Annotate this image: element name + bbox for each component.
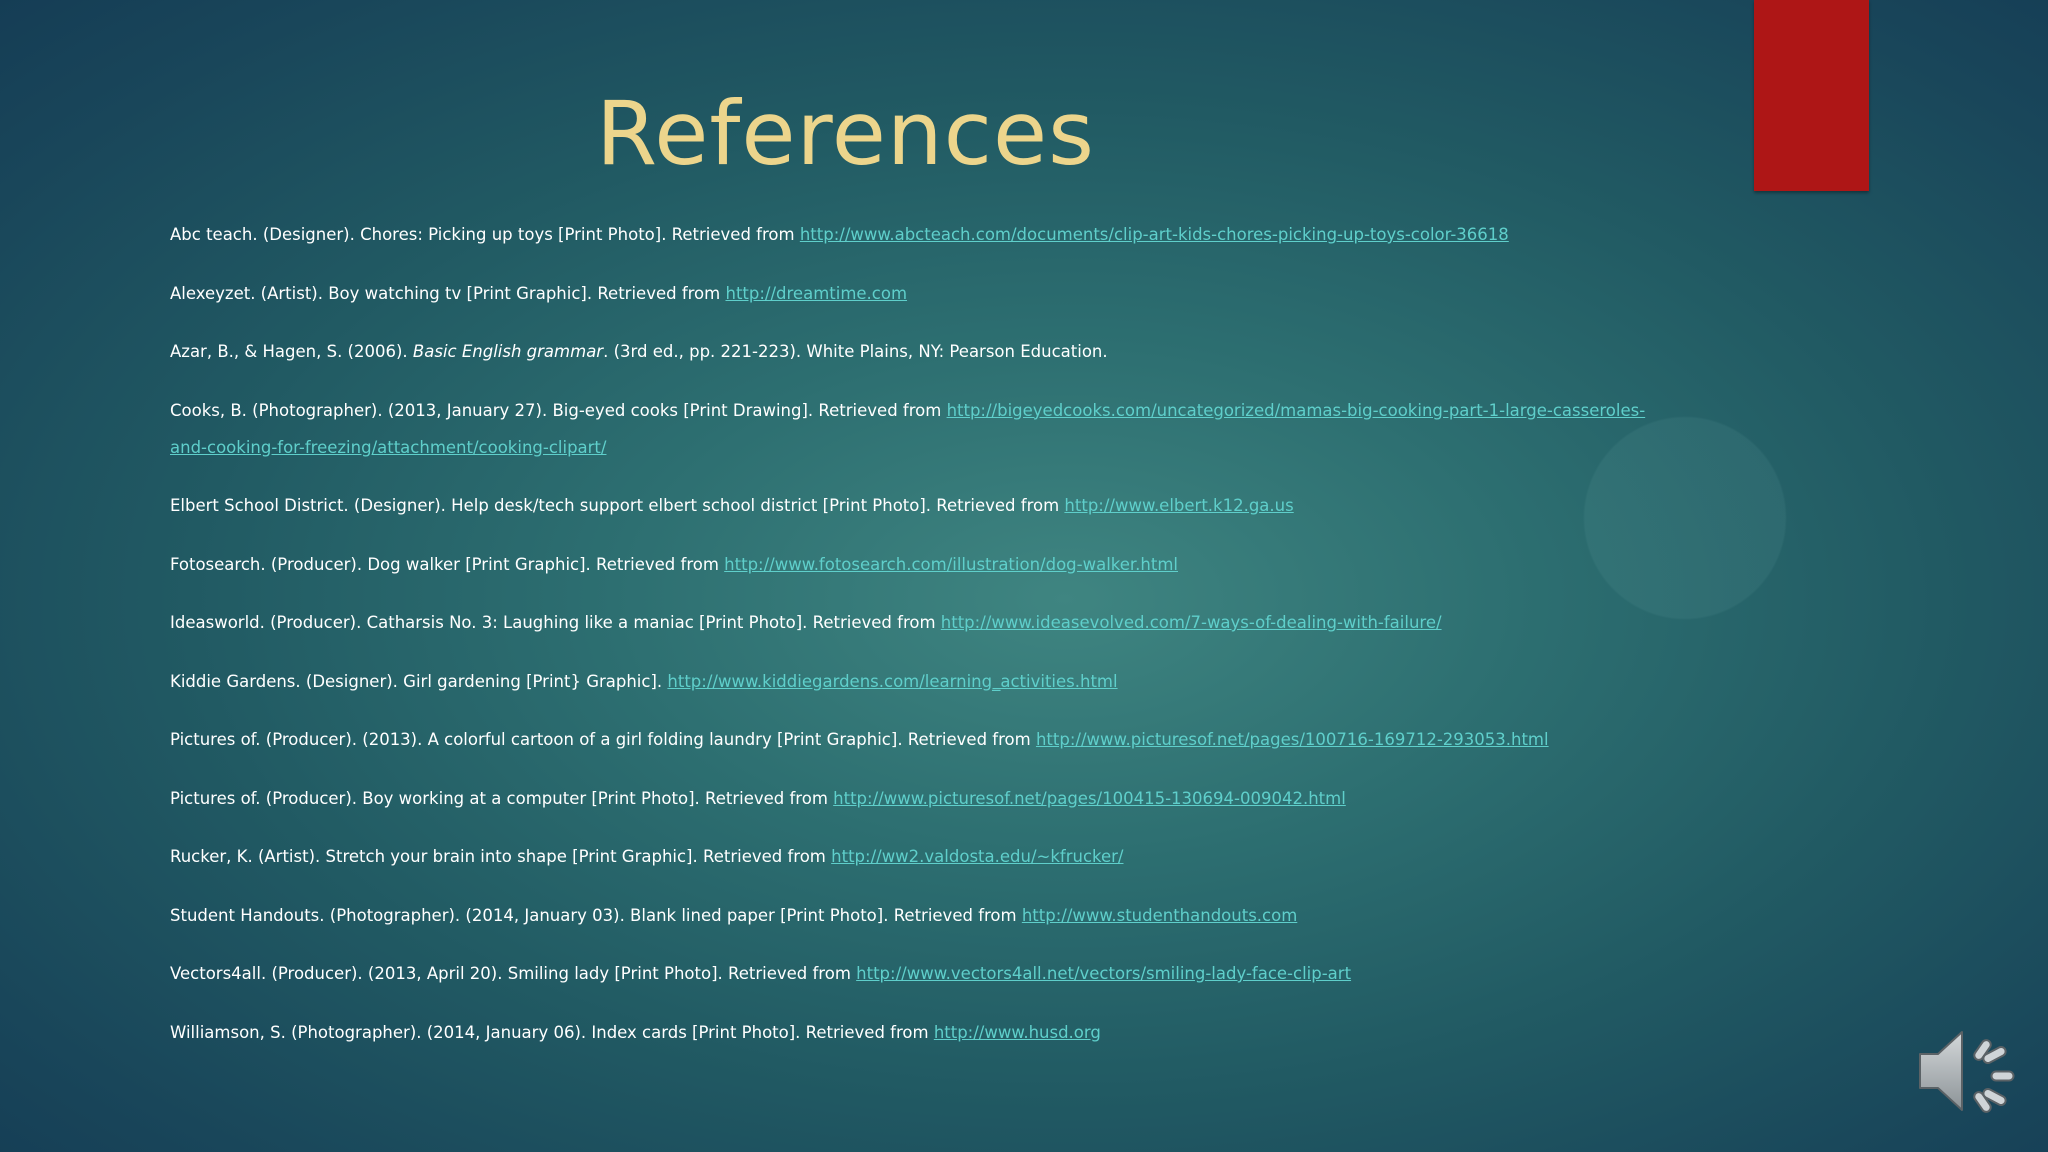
reference-item: Elbert School District. (Designer). Help…	[170, 487, 1670, 524]
references-list: Abc teach. (Designer). Chores: Picking u…	[170, 216, 1670, 1072]
reference-item: Williamson, S. (Photographer). (2014, Ja…	[170, 1014, 1670, 1051]
reference-link[interactable]: http://www.picturesof.net/pages/100716-1…	[1036, 730, 1549, 749]
reference-item: Student Handouts. (Photographer). (2014,…	[170, 897, 1670, 934]
reference-text: Ideasworld. (Producer). Catharsis No. 3:…	[170, 613, 941, 632]
reference-text: Fotosearch. (Producer). Dog walker [Prin…	[170, 554, 725, 574]
reference-text: Abc teach. (Designer). Chores: Picking u…	[170, 225, 800, 244]
reference-link[interactable]: http://www.kiddiegardens.com/learning_ac…	[667, 672, 1117, 691]
speaker-icon[interactable]	[1916, 1024, 2022, 1120]
reference-link[interactable]: http://www.husd.org	[934, 1023, 1101, 1042]
reference-text: Alexeyzet. (Artist). Boy watching tv [Pr…	[170, 283, 726, 303]
reference-link[interactable]: http://www.picturesof.net/pages/100415-1…	[833, 789, 1346, 808]
reference-text: Vectors4all. (Producer). (2013, April 20…	[170, 964, 857, 983]
red-accent-bar	[1754, 0, 1869, 191]
reference-item: Rucker, K. (Artist). Stretch your brain …	[170, 838, 1670, 875]
reference-text: Kiddie Gardens. (Designer). Girl gardeni…	[170, 671, 668, 691]
reference-text: Rucker, K. (Artist). Stretch your brain …	[170, 847, 832, 866]
reference-item: Ideasworld. (Producer). Catharsis No. 3:…	[170, 604, 1670, 641]
reference-link[interactable]: http://www.studenthandouts.com	[1022, 906, 1297, 925]
reference-text: Elbert School District. (Designer). Help…	[170, 496, 1065, 515]
reference-link[interactable]: http://www.vectors4all.net/vectors/smili…	[856, 964, 1351, 983]
reference-item: Fotosearch. (Producer). Dog walker [Prin…	[170, 546, 1670, 583]
reference-text: Williamson, S. (Photographer). (2014, Ja…	[170, 1022, 934, 1042]
reference-link[interactable]: http://www.elbert.k12.ga.us	[1064, 496, 1293, 515]
reference-book-title: Basic English grammar	[412, 342, 604, 361]
reference-link[interactable]: http://dreamtime.com	[725, 284, 907, 303]
reference-text: Cooks, B. (Photographer). (2013, January…	[170, 400, 947, 420]
reference-item: Vectors4all. (Producer). (2013, April 20…	[170, 955, 1670, 992]
reference-text: Azar, B., & Hagen, S. (2006).	[170, 342, 413, 361]
reference-text: Student Handouts. (Photographer). (2014,…	[170, 905, 1022, 925]
reference-text: Pictures of. (Producer). Boy working at …	[170, 788, 834, 808]
reference-text-tail: . (3rd ed., pp. 221-223). White Plains, …	[603, 342, 1108, 361]
reference-link[interactable]: http://ww2.valdosta.edu/~kfrucker/	[831, 847, 1123, 866]
slide: References Abc teach. (Designer). Chores…	[0, 0, 2048, 1152]
reference-text: Pictures of. (Producer). (2013). A color…	[170, 730, 1036, 749]
reference-item: Abc teach. (Designer). Chores: Picking u…	[170, 216, 1670, 253]
reference-item: Kiddie Gardens. (Designer). Girl gardeni…	[170, 663, 1670, 700]
reference-item: Pictures of. (Producer). Boy working at …	[170, 780, 1670, 817]
reference-item: Azar, B., & Hagen, S. (2006). Basic Engl…	[170, 333, 1670, 370]
slide-title: References	[596, 82, 1095, 185]
reference-link[interactable]: http://www.abcteach.com/documents/clip-a…	[800, 225, 1509, 244]
reference-item: Cooks, B. (Photographer). (2013, January…	[170, 392, 1670, 466]
reference-link[interactable]: http://www.ideasevolved.com/7-ways-of-de…	[941, 613, 1442, 632]
reference-item: Pictures of. (Producer). (2013). A color…	[170, 721, 1670, 758]
reference-link[interactable]: http://www.fotosearch.com/illustration/d…	[724, 555, 1178, 574]
reference-item: Alexeyzet. (Artist). Boy watching tv [Pr…	[170, 275, 1670, 312]
